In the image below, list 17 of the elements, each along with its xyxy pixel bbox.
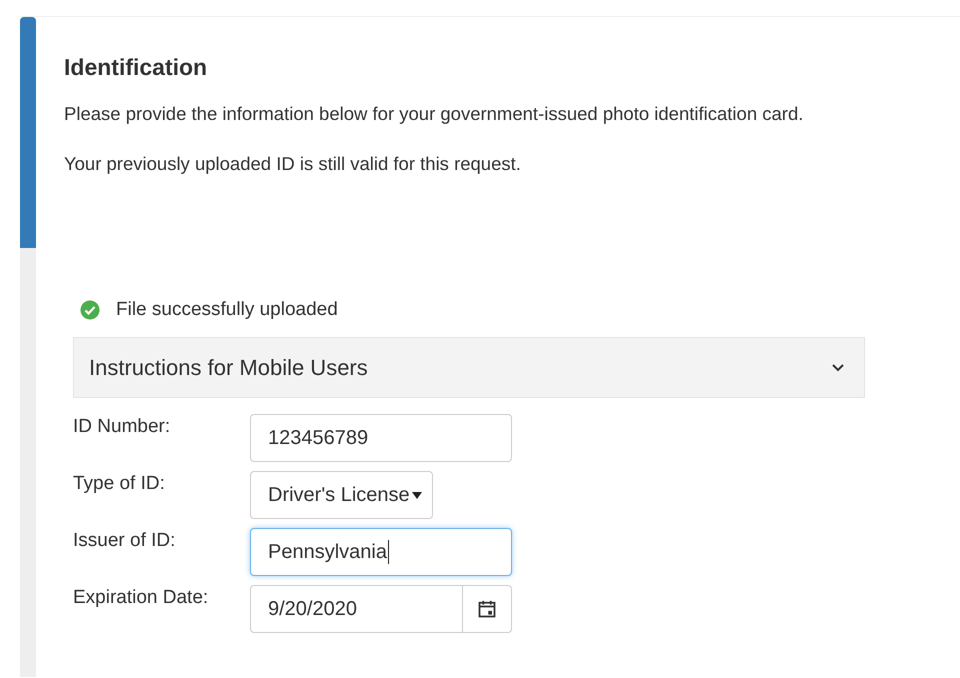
field-label: Type of ID:: [73, 472, 166, 495]
calendar-icon: [477, 599, 497, 619]
section-title: Identification: [64, 54, 208, 80]
date-field[interactable]: 9/20/2020: [250, 585, 512, 633]
field-label: Expiration Date:: [73, 586, 210, 609]
field-label: Issuer of ID:: [73, 529, 176, 552]
input-field[interactable]: 123456789: [250, 414, 512, 462]
accordion-header[interactable]: Instructions for Mobile Users: [73, 337, 865, 398]
caret-icon: [412, 492, 422, 498]
input-field[interactable]: Pennsylvania: [250, 528, 512, 576]
field-label: ID Number:: [73, 415, 172, 438]
dropdown[interactable]: Driver's License: [250, 471, 433, 519]
paragraph: Please provide the information below for your government-issued photo identification card.: [64, 102, 804, 126]
check-circle-icon: [80, 300, 100, 320]
chevron-icon: [832, 364, 844, 372]
paragraph: Your previously uploaded ID is still valid for this request.: [64, 152, 522, 176]
upload-status-text: File successfully uploaded: [116, 299, 338, 321]
